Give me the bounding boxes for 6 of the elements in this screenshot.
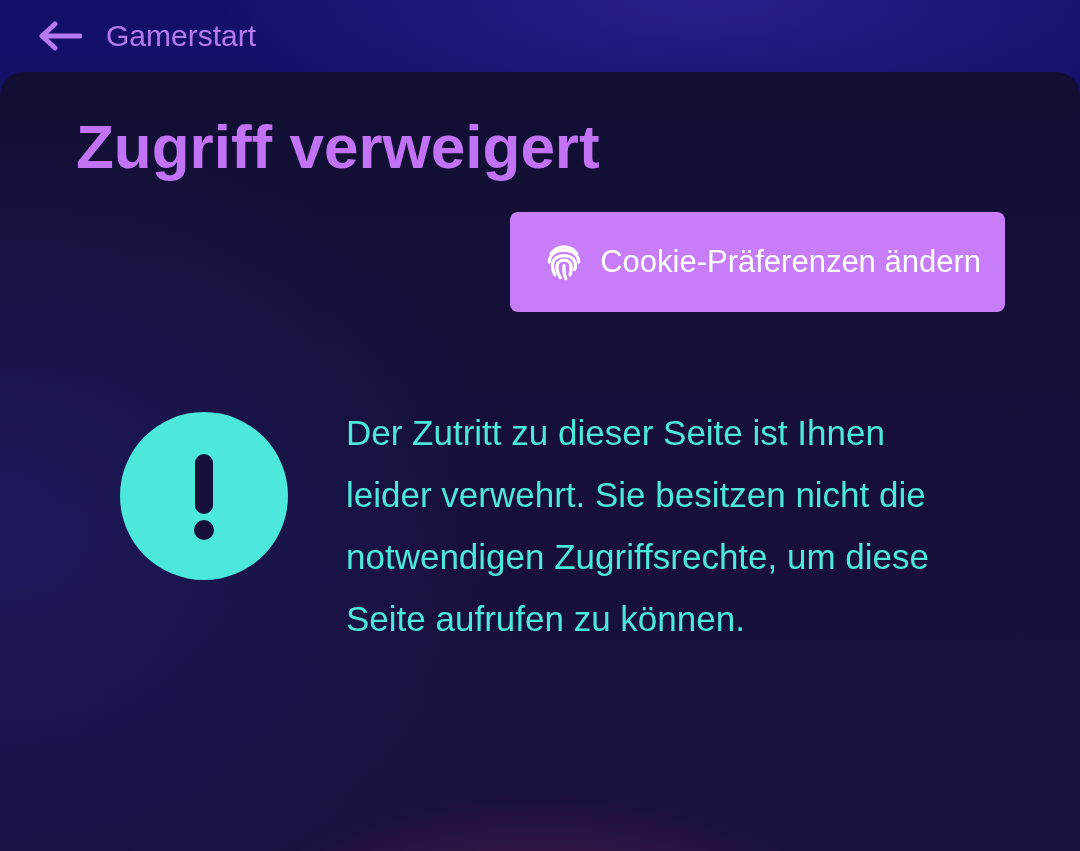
- back-link[interactable]: Gamerstart: [38, 19, 257, 53]
- page-title: Zugriff verweigert: [76, 111, 601, 183]
- back-arrow-icon: [38, 21, 82, 51]
- cookie-preferences-button[interactable]: Cookie-Präferenzen ändern: [510, 212, 1005, 313]
- access-denied-message: Der Zutritt zu dieser Seite ist Ihnen leider verwehrt. Sie besitzen nicht die notwendigen Zugriffsrechte, um diese Seite aufrufen zu können.: [346, 412, 931, 641]
- warning-icon: [120, 412, 288, 581]
